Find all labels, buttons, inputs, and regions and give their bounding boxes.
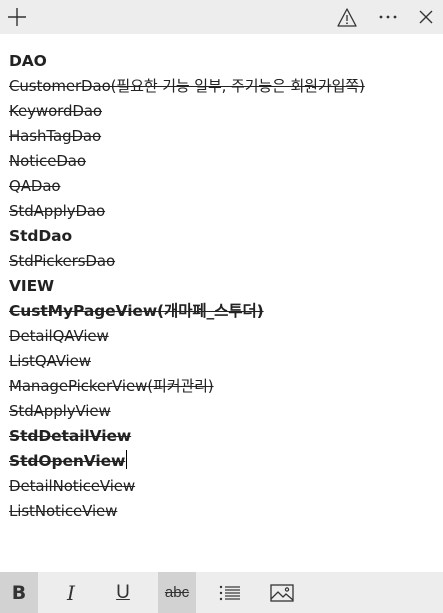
note-line-text: DetailQAView xyxy=(9,327,109,345)
note-line[interactable]: NoticeDao xyxy=(9,149,433,174)
bullet-list-button[interactable] xyxy=(211,572,249,613)
underline-label: U xyxy=(116,581,130,603)
note-line-text: VIEW xyxy=(9,277,55,295)
note-toolbar xyxy=(0,0,443,34)
strikethrough-label: abc xyxy=(164,584,190,601)
note-editor[interactable]: DAO CustomerDao(필요한 기능 일부, 주기능은 회원가입쪽) Key… xyxy=(9,49,433,559)
note-line[interactable]: ListQAView xyxy=(9,349,433,374)
note-line[interactable]: HashTagDao xyxy=(9,124,433,149)
note-line[interactable]: VIEW xyxy=(9,274,433,299)
note-line-text: ListNoticeView xyxy=(9,502,118,520)
note-line[interactable]: ManagePickerView(피커관리) xyxy=(9,374,433,399)
insert-image-button[interactable] xyxy=(263,572,301,613)
warning-icon[interactable] xyxy=(330,0,364,34)
note-line[interactable]: CustMyPageView(개마페_스투더) xyxy=(9,299,433,324)
note-line[interactable]: QADao xyxy=(9,174,433,199)
note-line[interactable]: StdDao xyxy=(9,224,433,249)
image-icon xyxy=(270,583,294,602)
close-icon[interactable] xyxy=(409,0,443,34)
italic-button[interactable]: I xyxy=(52,572,90,613)
note-line[interactable]: DAO xyxy=(9,49,433,74)
note-line[interactable]: CustomerDao(필요한 기능 일부, 주기능은 회원가입쪽) xyxy=(9,74,433,99)
note-line-text: StdPickersDao xyxy=(9,252,116,270)
note-line-text: HashTagDao xyxy=(9,127,102,145)
note-line-text: CustomerDao(필요한 기능 일부, 주기능은 회원가입쪽) xyxy=(9,77,365,95)
note-line[interactable]: StdApplyDao xyxy=(9,199,433,224)
more-icon[interactable] xyxy=(371,0,405,34)
note-line-text: KeywordDao xyxy=(9,102,102,120)
note-line[interactable]: DetailQAView xyxy=(9,324,433,349)
note-line-text: StdDao xyxy=(9,227,73,245)
note-line-text: StdDetailView xyxy=(9,427,132,445)
note-line-text: ListQAView xyxy=(9,352,91,370)
note-line-text: StdApplyDao xyxy=(9,202,106,220)
note-line[interactable]: StdApplyView xyxy=(9,399,433,424)
text-cursor xyxy=(126,450,128,469)
italic-label: I xyxy=(67,580,75,605)
note-line-text: DAO xyxy=(9,52,47,70)
bold-label: B xyxy=(11,581,27,604)
note-line[interactable]: KeywordDao xyxy=(9,99,433,124)
plus-icon[interactable] xyxy=(0,0,34,34)
format-toolbar: B I U abc xyxy=(0,572,443,613)
note-line[interactable]: StdDetailView xyxy=(9,424,433,449)
underline-button[interactable]: U xyxy=(104,572,142,613)
note-line[interactable]: ListNoticeView xyxy=(9,499,433,524)
strikethrough-button[interactable]: abc xyxy=(158,572,196,613)
bold-button[interactable]: B xyxy=(0,572,38,613)
note-line-text: StdOpenView xyxy=(9,452,126,470)
bullet-list-icon xyxy=(219,585,240,600)
note-line[interactable]: DetailNoticeView xyxy=(9,474,433,499)
note-line-text: QADao xyxy=(9,177,61,195)
note-line-text: DetailNoticeView xyxy=(9,477,136,495)
note-line[interactable]: StdOpenView xyxy=(9,449,433,474)
note-line-text: ManagePickerView(피커관리) xyxy=(9,377,214,395)
note-line-text: NoticeDao xyxy=(9,152,86,170)
note-line[interactable]: StdPickersDao xyxy=(9,249,433,274)
note-line-text: CustMyPageView(개마페_스투더) xyxy=(9,302,264,320)
note-line-text: StdApplyView xyxy=(9,402,111,420)
